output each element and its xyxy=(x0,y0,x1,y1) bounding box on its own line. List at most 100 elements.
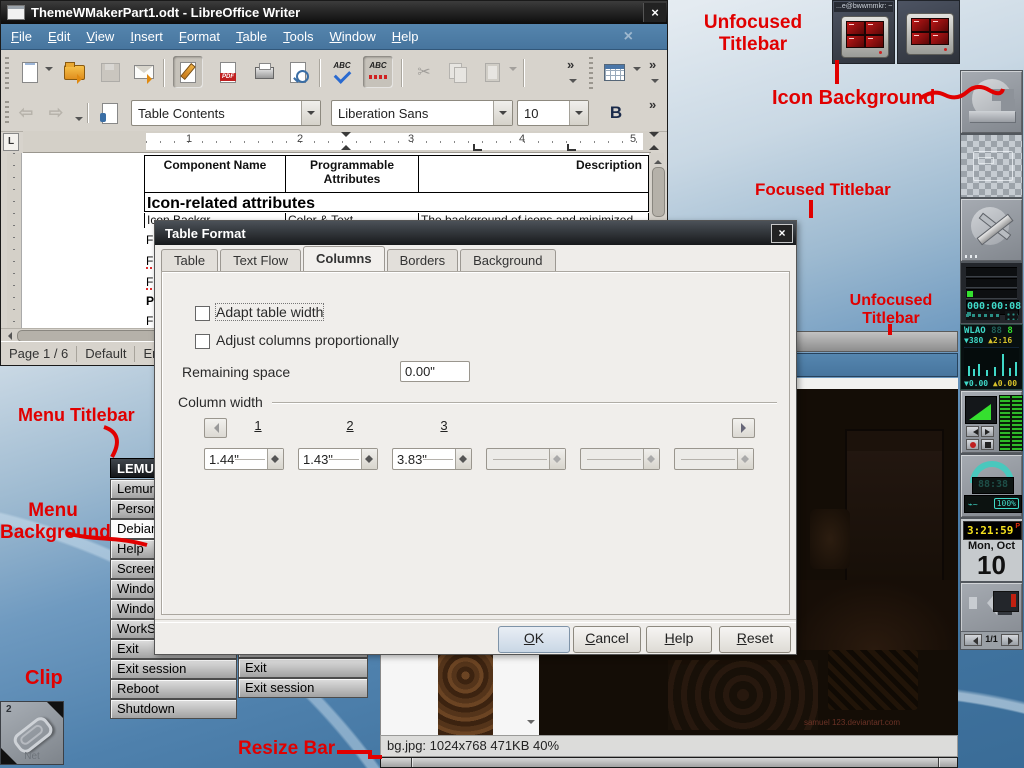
dock-clock-dockapp[interactable]: 3:21:59 P Mon, Oct 10 xyxy=(960,518,1023,582)
tab-type-selector[interactable]: L xyxy=(3,133,19,151)
viewer-unfocused-titlebar[interactable] xyxy=(790,331,958,352)
combo-dropdown-icon[interactable] xyxy=(569,101,588,125)
mute-button[interactable] xyxy=(981,439,994,450)
menu-help[interactable]: Help xyxy=(384,29,427,44)
font-name-combo[interactable]: Liberation Sans xyxy=(331,100,513,126)
dock-mixer-dockapp[interactable] xyxy=(960,390,1023,454)
table-dropdown-icon[interactable] xyxy=(633,67,641,75)
adjust-columns-label[interactable]: Adjust columns proportionally xyxy=(216,332,399,348)
tab-borders[interactable]: Borders xyxy=(387,249,459,271)
bold-button[interactable]: B xyxy=(601,97,631,129)
scroll-left-icon[interactable] xyxy=(4,332,12,340)
print-button[interactable] xyxy=(249,56,279,88)
indent-marker-icon[interactable] xyxy=(649,140,659,150)
forward-button[interactable]: ⇨ xyxy=(41,97,71,129)
font-size-combo[interactable]: 10 xyxy=(517,100,589,126)
writer-titlebar[interactable]: ThemeWMakerPart1.odt - LibreOffice Write… xyxy=(1,1,667,24)
styles-button[interactable] xyxy=(95,97,125,129)
toolbar-grip[interactable] xyxy=(589,57,593,89)
pager-next-button[interactable] xyxy=(1001,634,1019,646)
menu-file[interactable]: File xyxy=(3,29,40,44)
combo-dropdown-icon[interactable] xyxy=(301,101,320,125)
print-preview-button[interactable] xyxy=(283,56,313,88)
dock-appicon-transparent[interactable] xyxy=(960,134,1023,198)
adjust-columns-checkbox[interactable] xyxy=(195,334,210,349)
indent-marker-icon[interactable] xyxy=(341,140,351,150)
paste-button[interactable] xyxy=(477,56,507,88)
menu-edit[interactable]: Edit xyxy=(40,29,78,44)
pane-scroll-down-icon[interactable] xyxy=(527,720,535,728)
viewer-file-pane[interactable] xyxy=(380,650,539,735)
workspace-clip[interactable]: 2 Net xyxy=(0,701,64,765)
tab-background[interactable]: Background xyxy=(460,249,555,271)
toolbar-grip[interactable] xyxy=(5,101,9,125)
combo-dropdown-icon[interactable] xyxy=(493,101,512,125)
close-icon[interactable]: × xyxy=(771,224,793,243)
toolbar-overflow-dropdown-icon[interactable] xyxy=(651,79,659,87)
record-button[interactable] xyxy=(966,439,979,450)
email-button[interactable] xyxy=(129,56,159,88)
next-channel-button[interactable] xyxy=(981,426,994,437)
menu-tools[interactable]: Tools xyxy=(275,29,321,44)
menu-format[interactable]: Format xyxy=(171,29,228,44)
dock-sound-dockapp[interactable]: 1/1 xyxy=(960,582,1023,650)
new-dropdown-icon[interactable] xyxy=(45,67,53,75)
adapt-table-width-checkbox[interactable] xyxy=(195,306,210,321)
ok-button[interactable]: OK xyxy=(498,626,570,653)
clip-next-arrow-icon[interactable] xyxy=(47,702,63,718)
tab-stop-icon[interactable] xyxy=(473,144,482,151)
cancel-button[interactable]: Cancel xyxy=(573,626,641,653)
adapt-table-width-label[interactable]: Adapt table width xyxy=(216,304,323,320)
help-button[interactable]: Help xyxy=(646,626,712,653)
autospellcheck-button[interactable]: ABC xyxy=(363,56,393,88)
insert-table-button[interactable] xyxy=(597,56,631,88)
menubar-close-icon[interactable]: × xyxy=(624,28,633,46)
viewer-thumbnail[interactable] xyxy=(438,650,493,735)
save-button[interactable] xyxy=(95,56,125,88)
spellcheck-button[interactable]: ABC xyxy=(327,56,357,88)
paragraph-style-combo[interactable]: Table Contents xyxy=(131,100,321,126)
tab-stop-icon[interactable] xyxy=(567,144,576,151)
nav-dropdown-icon[interactable] xyxy=(75,117,83,125)
menu-item[interactable]: Reboot xyxy=(110,679,237,699)
spinner-buttons[interactable] xyxy=(361,449,377,469)
page-style-indicator[interactable]: Default xyxy=(77,346,135,362)
remaining-space-field[interactable]: 0.00" xyxy=(400,361,470,382)
dock-battery-dockapp[interactable]: 88:38 ⌁~ 100% xyxy=(960,454,1023,518)
tab-columns[interactable]: Columns xyxy=(303,246,385,271)
dock-timer-dockapp[interactable]: 000:00:08 xyxy=(960,262,1023,324)
minimized-terminal-window[interactable]: ...e@bwwmmkr: ~ xyxy=(832,0,895,64)
spinner-buttons[interactable] xyxy=(455,449,471,469)
cut-button[interactable]: ✂ xyxy=(409,56,439,88)
open-button[interactable] xyxy=(59,56,89,88)
menu-item[interactable]: Exit session xyxy=(238,678,368,698)
spinner-buttons[interactable] xyxy=(267,449,283,469)
viewer-resize-bar[interactable] xyxy=(380,757,958,768)
toolbar-overflow-dropdown-icon[interactable] xyxy=(569,79,577,87)
back-button[interactable]: ⇦ xyxy=(11,97,41,129)
tab-table[interactable]: Table xyxy=(161,249,218,271)
viewer-image-display[interactable]: samuel 123.deviantart.com xyxy=(538,650,958,735)
toolbar-grip[interactable] xyxy=(5,57,9,89)
tab-text-flow[interactable]: Text Flow xyxy=(220,249,301,271)
toolbar-overflow-button[interactable]: » xyxy=(567,57,574,72)
column1-width-spinner[interactable]: 1.44" xyxy=(204,448,284,470)
window-menu-icon[interactable] xyxy=(7,5,25,20)
menu-item[interactable]: Exit session xyxy=(110,659,237,679)
dock-appicon-tools[interactable] xyxy=(960,198,1023,262)
page-indicator[interactable]: Page 1 / 6 xyxy=(1,346,77,362)
scroll-up-icon[interactable] xyxy=(654,156,662,164)
dialog-focused-titlebar[interactable]: Table Format × xyxy=(155,221,796,245)
edit-mode-button[interactable] xyxy=(173,56,203,88)
paste-dropdown-icon[interactable] xyxy=(509,67,517,75)
minimized-terminal-window[interactable] xyxy=(897,0,960,64)
column3-width-spinner[interactable]: 3.83" xyxy=(392,448,472,470)
viewer-image-display[interactable] xyxy=(790,389,958,650)
toolbar-overflow-button[interactable]: » xyxy=(649,97,656,112)
column2-width-spinner[interactable]: 1.43" xyxy=(298,448,378,470)
close-icon[interactable]: × xyxy=(643,3,666,22)
menu-item[interactable]: Exit xyxy=(238,658,368,678)
menu-insert[interactable]: Insert xyxy=(122,29,171,44)
toolbar-overflow-button[interactable]: » xyxy=(649,57,656,72)
columns-prev-button[interactable] xyxy=(204,418,227,438)
